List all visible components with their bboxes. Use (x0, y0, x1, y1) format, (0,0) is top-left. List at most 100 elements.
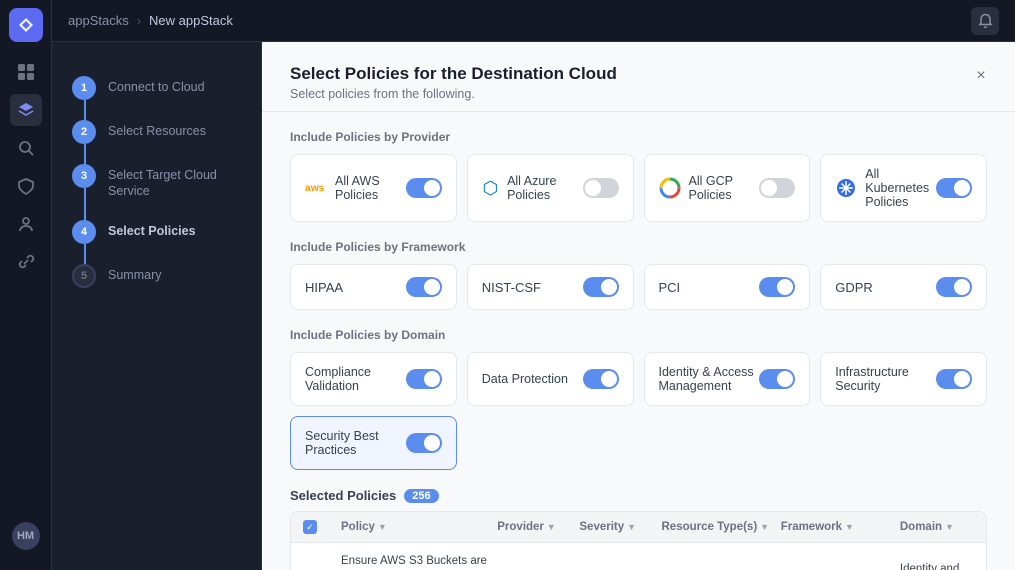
framework-hipaa-label: HIPAA (305, 280, 343, 295)
framework-card-hipaa[interactable]: HIPAA (290, 264, 457, 310)
framework-pci-toggle[interactable] (759, 277, 795, 297)
col-framework[interactable]: Framework ▼ (781, 521, 892, 533)
provider-section-title: Include Policies by Provider (290, 130, 987, 144)
person-icon[interactable] (10, 208, 42, 240)
provider-grid: aws All AWS Policies ⬡ All Azure Policie… (290, 154, 987, 222)
aws-logo-icon: aws (305, 177, 327, 199)
notification-button[interactable] (971, 7, 999, 35)
domain-iam-label: Identity & Access Management (659, 365, 760, 393)
provider-gcp-left: All GCP Policies (659, 174, 760, 202)
framework-pci-label: PCI (659, 280, 681, 295)
app-logo[interactable] (9, 8, 43, 42)
provider-card-k8s[interactable]: All Kubernetes Policies (820, 154, 987, 222)
provider-card-gcp[interactable]: All GCP Policies (644, 154, 811, 222)
step-5-num: 5 (72, 264, 96, 288)
step-1-label: Connect to Cloud (108, 76, 205, 95)
domain-card-security-best[interactable]: Security Best Practices (290, 416, 457, 470)
provider-gcp-label: All GCP Policies (689, 174, 760, 202)
col-policy[interactable]: Policy ▼ (341, 521, 489, 533)
framework-card-gdpr[interactable]: GDPR (820, 264, 987, 310)
col-resource-type[interactable]: Resource Type(s) ▼ (662, 521, 773, 533)
topbar-current-page: New appStack (149, 13, 233, 28)
step-4-num: 4 (72, 220, 96, 244)
provider-k8s-toggle[interactable] (936, 178, 972, 198)
step-5: 5 Summary (72, 254, 241, 298)
search-icon[interactable] (10, 132, 42, 164)
layers-icon[interactable] (10, 94, 42, 126)
policy-sort-icon: ▼ (378, 522, 387, 532)
topbar-app-link[interactable]: appStacks (68, 13, 129, 28)
provider-aws-toggle[interactable] (406, 178, 442, 198)
provider-azure-label: All Azure Policies (507, 174, 582, 202)
selected-policies-header: Selected Policies 256 (290, 488, 987, 503)
select-all-checkbox[interactable]: ✓ (303, 520, 317, 534)
step-4-label: Select Policies (108, 220, 196, 239)
provider-azure-toggle[interactable] (583, 178, 619, 198)
table-row: ✓ Ensure AWS S3 Buckets are not world-li… (291, 543, 986, 570)
framework-filter-icon: ▼ (845, 522, 854, 532)
modal-close-button[interactable]: × (967, 62, 995, 90)
step-1-num: 1 (72, 76, 96, 100)
domain-card-compliance[interactable]: Compliance Validation (290, 352, 457, 406)
framework-grid: HIPAA NIST-CSF PCI GDPR (290, 264, 987, 310)
svg-text:aws: aws (305, 183, 325, 194)
k8s-logo-icon (835, 177, 857, 199)
framework-gdpr-toggle[interactable] (936, 277, 972, 297)
modal-subtitle: Select policies from the following. (290, 87, 987, 101)
dashboard-icon[interactable] (10, 56, 42, 88)
domain-compliance-toggle[interactable] (406, 369, 442, 389)
topbar: appStacks › New appStack (52, 0, 1015, 42)
modal-body: Include Policies by Provider aws All AWS… (262, 112, 1015, 570)
selected-policies-title: Selected Policies (290, 488, 396, 503)
provider-gcp-toggle[interactable] (759, 178, 795, 198)
provider-card-aws[interactable]: aws All AWS Policies (290, 154, 457, 222)
topbar-right (971, 7, 999, 35)
step-5-label: Summary (108, 264, 161, 283)
domain-infra-security-toggle[interactable] (936, 369, 972, 389)
step-3-num: 3 (72, 164, 96, 188)
framework-card-nist[interactable]: NIST-CSF (467, 264, 634, 310)
domain-iam-toggle[interactable] (759, 369, 795, 389)
topbar-separator: › (137, 13, 141, 28)
col-severity[interactable]: Severity ▼ (579, 521, 653, 533)
steps-panel: 1 Connect to Cloud 2 Select Resources 3 … (52, 42, 262, 570)
domain-security-best-toggle[interactable] (406, 433, 442, 453)
selected-policies-badge: 256 (404, 489, 438, 503)
framework-hipaa-toggle[interactable] (406, 277, 442, 297)
provider-card-azure[interactable]: ⬡ All Azure Policies (467, 154, 634, 222)
step-2: 2 Select Resources (72, 110, 241, 154)
page-wrapper: appStacks › New appStack 1 Connect to Cl… (52, 0, 1015, 570)
table-header: ✓ Policy ▼ Provider ▼ Severity ▼ (291, 512, 986, 543)
domain-data-protection-toggle[interactable] (583, 369, 619, 389)
domain-card-data-protection[interactable]: Data Protection (467, 352, 634, 406)
severity-filter-icon: ▼ (627, 522, 636, 532)
domain-card-iam[interactable]: Identity & Access Management (644, 352, 811, 406)
col-check[interactable]: ✓ (303, 520, 333, 534)
domain-grid: Compliance Validation Data Protection Id… (290, 352, 987, 470)
domain-infra-security-label: Infrastructure Security (835, 365, 936, 393)
policy-table: ✓ Policy ▼ Provider ▼ Severity ▼ (290, 511, 987, 570)
shield-icon[interactable] (10, 170, 42, 202)
col-provider[interactable]: Provider ▼ (497, 521, 571, 533)
step-3-label: Select Target Cloud Service (108, 164, 241, 200)
step-3: 3 Select Target Cloud Service (72, 154, 241, 210)
sidebar: HM (0, 0, 52, 570)
domain-section-title: Include Policies by Domain (290, 328, 987, 342)
domain-card-infra-security[interactable]: Infrastructure Security (820, 352, 987, 406)
provider-aws-label: All AWS Policies (335, 174, 406, 202)
domain-filter-icon: ▼ (945, 522, 954, 532)
step-4: 4 Select Policies (72, 210, 241, 254)
user-avatar[interactable]: HM (12, 522, 40, 550)
modal-header: Select Policies for the Destination Clou… (262, 42, 1015, 112)
domain-data-protection-label: Data Protection (482, 372, 568, 386)
gcp-logo-icon (659, 177, 681, 199)
domain-security-best-label: Security Best Practices (305, 429, 406, 457)
link-icon[interactable] (10, 246, 42, 278)
provider-azure-left: ⬡ All Azure Policies (482, 174, 583, 202)
col-domain[interactable]: Domain ▼ (900, 521, 974, 533)
framework-nist-label: NIST-CSF (482, 280, 541, 295)
framework-nist-toggle[interactable] (583, 277, 619, 297)
provider-aws-left: aws All AWS Policies (305, 174, 406, 202)
framework-card-pci[interactable]: PCI (644, 264, 811, 310)
step-1: 1 Connect to Cloud (72, 66, 241, 110)
